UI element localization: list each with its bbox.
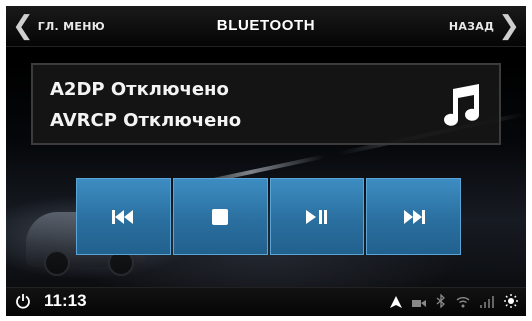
skip-previous-icon (112, 209, 134, 224)
bluetooth-screen: ❮ ГЛ. МЕНЮ BLUETOOTH НАЗАД ❯ A2DP Отключ… (6, 6, 526, 316)
stop-button[interactable] (172, 178, 268, 255)
play-pause-button[interactable] (269, 178, 365, 255)
back-label: НАЗАД (448, 19, 495, 33)
power-icon[interactable] (15, 293, 31, 309)
playback-controls (76, 178, 461, 255)
wifi-icon (456, 293, 470, 312)
next-track-button[interactable] (366, 178, 461, 255)
status-bar: 11:13 (6, 287, 526, 316)
top-bar: ❮ ГЛ. МЕНЮ BLUETOOTH НАЗАД ❯ (6, 6, 526, 47)
bluetooth-icon (436, 293, 446, 312)
status-icons (390, 293, 518, 312)
chevron-right-icon: ❯ (498, 11, 520, 41)
music-note-icon (444, 84, 479, 126)
signal-icon (480, 293, 494, 312)
back-button[interactable]: НАЗАД ❯ (445, 6, 526, 46)
camera-icon (412, 293, 426, 312)
clock: 11:13 (44, 291, 87, 310)
previous-track-button[interactable] (76, 178, 171, 255)
a2dp-status: A2DP Отключено (50, 79, 229, 100)
play-pause-icon (305, 209, 327, 224)
brightness-icon[interactable] (504, 293, 518, 312)
stop-icon (212, 208, 229, 225)
connection-status-panel: A2DP Отключено AVRCP Отключено (31, 63, 501, 145)
car-wheel (44, 250, 70, 276)
skip-next-icon (403, 209, 425, 224)
navigation-arrow-icon (390, 293, 402, 312)
avrcp-status: AVRCP Отключено (50, 110, 242, 131)
